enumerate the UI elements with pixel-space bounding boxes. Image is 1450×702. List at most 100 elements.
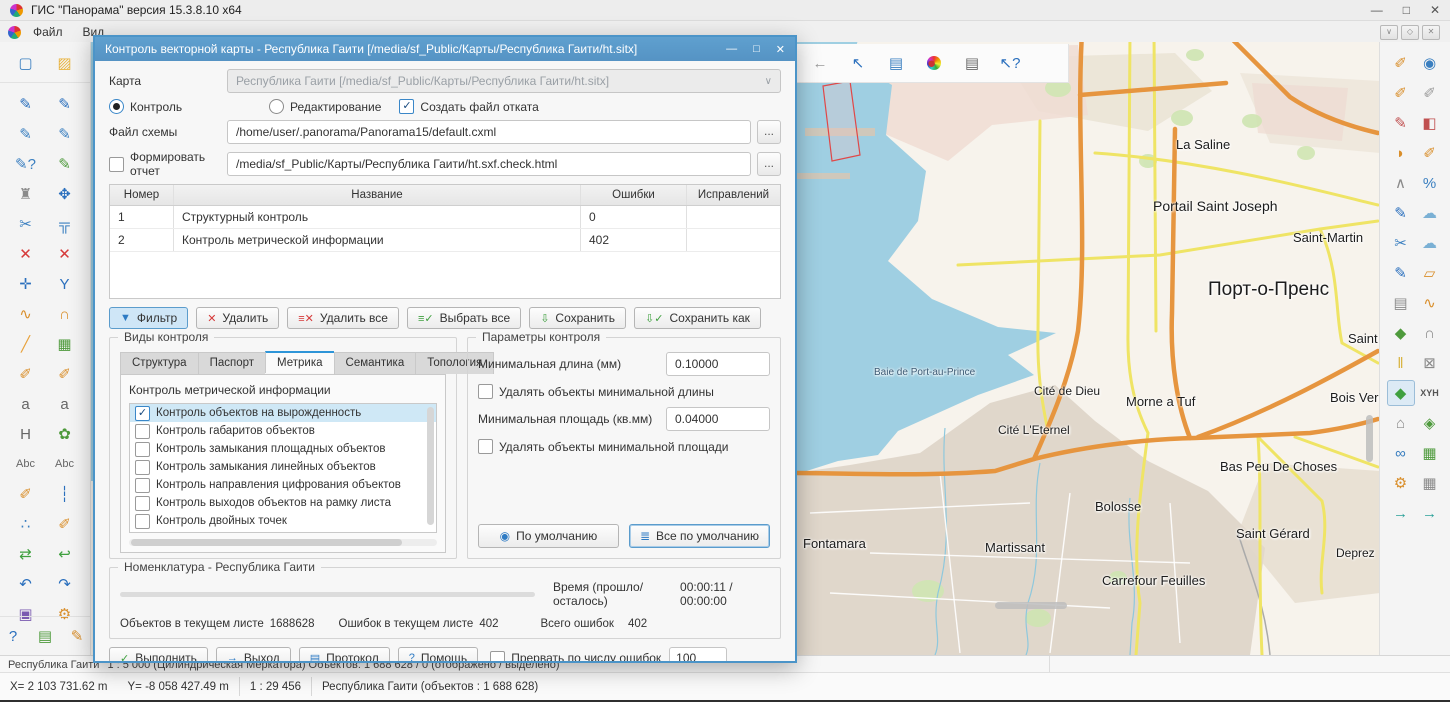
flashlight-area-icon[interactable]: ✐ — [51, 511, 79, 537]
flashlight-select-icon[interactable]: ✐ — [12, 481, 40, 507]
radio-icon[interactable] — [269, 99, 284, 114]
report-browse-button[interactable]: ... — [757, 152, 781, 176]
abc-alt-icon[interactable]: Abc — [51, 451, 79, 477]
measure-points-icon[interactable]: ┆ — [51, 481, 79, 507]
node-edit-icon[interactable]: Y — [51, 271, 79, 297]
checklist-item[interactable]: Контроль габаритов объектов — [130, 422, 436, 440]
tab[interactable]: Семантика — [334, 352, 416, 374]
flashlight-icon[interactable]: ✐ — [12, 361, 40, 387]
map-vscrollbar[interactable] — [1366, 415, 1373, 462]
all-default-button[interactable]: ≣ Все по умолчанию — [629, 524, 770, 548]
cut-object-icon[interactable]: ✂ — [12, 211, 40, 237]
pencil-icon[interactable]: ✎ — [12, 91, 40, 117]
dialog-minimize-icon[interactable]: — — [726, 43, 737, 56]
layers-color-icon[interactable]: ◆ — [1387, 320, 1415, 346]
rollback-checkbox[interactable]: Создать файл отката — [399, 99, 538, 114]
exit2-icon[interactable]: → — [1416, 500, 1444, 526]
checkbox-icon[interactable] — [135, 460, 150, 475]
delete-icon[interactable]: ✕ — [12, 241, 40, 267]
polyline-edit-icon[interactable]: ∿ — [12, 301, 40, 327]
sxf-edit-icon[interactable]: ✎ — [64, 623, 90, 649]
action-button[interactable]: ✕ Удалить — [196, 307, 279, 329]
crosshair-icon[interactable]: ✛ — [12, 271, 40, 297]
checkbox-icon[interactable] — [135, 406, 150, 421]
calculator-icon[interactable]: ▦ — [1416, 470, 1444, 496]
action-button[interactable]: ⇩✓ Сохранить как — [634, 307, 761, 329]
table-header-cell[interactable]: Исправлений — [687, 185, 780, 205]
return-object-icon[interactable]: ↩ — [51, 541, 79, 567]
view-scheme-icon[interactable]: ◉ — [1416, 50, 1444, 76]
flashlight-grid-icon[interactable]: ✐ — [51, 361, 79, 387]
delete-object-icon[interactable]: ✕ — [51, 241, 79, 267]
dialog-titlebar[interactable]: Контроль векторной карты - Республика Га… — [95, 37, 795, 61]
pencil-query-icon[interactable]: ✎? — [12, 151, 40, 177]
radio-icon[interactable] — [109, 99, 124, 114]
pencil-curve-icon[interactable]: ✎ — [51, 121, 79, 147]
checkbox-icon[interactable] — [478, 384, 493, 399]
leaf-icon[interactable]: ✿ — [51, 421, 79, 447]
list-vscrollbar[interactable] — [427, 407, 434, 525]
help-doc-icon[interactable]: ? — [0, 623, 26, 649]
map-combobox[interactable]: Республика Гаити [/media/sf_Public/Карты… — [227, 69, 781, 93]
checklist-item[interactable]: Контроль объектов на вырожденность — [130, 404, 436, 422]
abort-count-input[interactable] — [669, 647, 727, 661]
table-header-cell[interactable]: Номер — [110, 185, 174, 205]
scheme-input[interactable]: /home/user/.panorama/Panorama15/default.… — [227, 120, 751, 144]
checklist-item[interactable]: Контроль выходов объектов на рамку листа — [130, 494, 436, 512]
checkbox-icon[interactable] — [490, 651, 505, 662]
checkbox-icon[interactable] — [135, 424, 150, 439]
pencil-edit-icon[interactable]: ✎ — [51, 91, 79, 117]
overlap-squares-icon[interactable]: ◧ — [1416, 110, 1444, 136]
settings2-icon[interactable]: ⚙ — [1387, 470, 1415, 496]
control-radio[interactable]: Контроль — [109, 99, 227, 114]
arc-edit-icon[interactable]: ∩ — [51, 301, 79, 327]
swap-objects-icon[interactable]: ⇄ — [12, 541, 40, 567]
action-button[interactable]: ≡✕ Удалить все — [287, 307, 399, 329]
min-length-input[interactable]: 0.10000 — [666, 352, 770, 376]
pencil-accept-icon[interactable]: ✎ — [51, 151, 79, 177]
dialog-maximize-icon[interactable]: □ — [753, 43, 760, 56]
min-area-input[interactable]: 0.04000 — [666, 407, 770, 431]
pipes-icon[interactable]: ‖ — [1387, 350, 1415, 376]
checkbox-icon[interactable] — [135, 496, 150, 511]
cloud-small-icon[interactable]: ☁ — [1416, 230, 1444, 256]
percent-panel-icon[interactable]: % — [1416, 170, 1444, 196]
new-map-icon[interactable]: ▢ — [14, 50, 37, 76]
report-input[interactable]: /media/sf_Public/Карты/Республика Гаити/… — [227, 152, 751, 176]
compass-icon[interactable]: ∧ — [1387, 170, 1415, 196]
ruler-icon[interactable]: ╱ — [12, 331, 40, 357]
open-map-icon[interactable]: ▨ — [53, 50, 76, 76]
junction-icon[interactable]: ╦ — [51, 211, 79, 237]
chart-line-icon[interactable]: ∿ — [1416, 290, 1444, 316]
binoculars-icon[interactable]: ∞ — [1387, 440, 1415, 466]
printer-icon[interactable]: ▤ — [958, 50, 986, 76]
footer-button[interactable]: → Выход — [216, 647, 291, 661]
menu-item[interactable]: Файл — [23, 23, 73, 41]
edit-radio[interactable]: Редактирование — [269, 99, 381, 114]
checklist-item[interactable]: Контроль замыкания площадных объектов — [130, 440, 436, 458]
default-button[interactable]: ◉ По умолчанию — [478, 524, 619, 548]
redo-icon[interactable]: ↷ — [51, 571, 79, 597]
delete-min-area-checkbox[interactable]: Удалять объекты минимальной площади — [478, 439, 770, 454]
checklist-item[interactable]: Контроль направления цифрования объектов — [130, 476, 436, 494]
help-cursor-icon[interactable]: ↖? — [996, 50, 1024, 76]
mdi-close-icon[interactable]: ✕ — [1422, 25, 1440, 40]
flashlight-layers-icon[interactable]: ✐ — [1387, 80, 1415, 106]
flashlight-points-icon[interactable]: ✐ — [1387, 50, 1415, 76]
points-pencil-icon[interactable]: ✎ — [1387, 110, 1415, 136]
tab[interactable]: Структура — [120, 352, 198, 374]
cloud-ruler-icon[interactable]: ☁ — [1416, 200, 1444, 226]
minimize-icon[interactable]: — — [1371, 3, 1383, 17]
xyh-icon[interactable]: XYH — [1416, 380, 1444, 406]
delete-min-length-checkbox[interactable]: Удалять объекты минимальной длины — [478, 384, 770, 399]
hierarchy-icon[interactable]: ∴ — [12, 511, 40, 537]
surface-icon[interactable]: ▦ — [51, 331, 79, 357]
table-row[interactable]: 2 Контроль метрической информации 402 — [110, 229, 780, 252]
horizontal-icon[interactable]: H — [12, 421, 40, 447]
footer-button[interactable]: ? Помощь — [398, 647, 478, 661]
text-box-icon[interactable]: a — [51, 391, 79, 417]
checkbox-icon[interactable] — [478, 439, 493, 454]
checkbox-icon[interactable] — [109, 157, 124, 172]
scheme-browse-button[interactable]: ... — [757, 120, 781, 144]
map-marker-icon[interactable]: ▦ — [1416, 440, 1444, 466]
